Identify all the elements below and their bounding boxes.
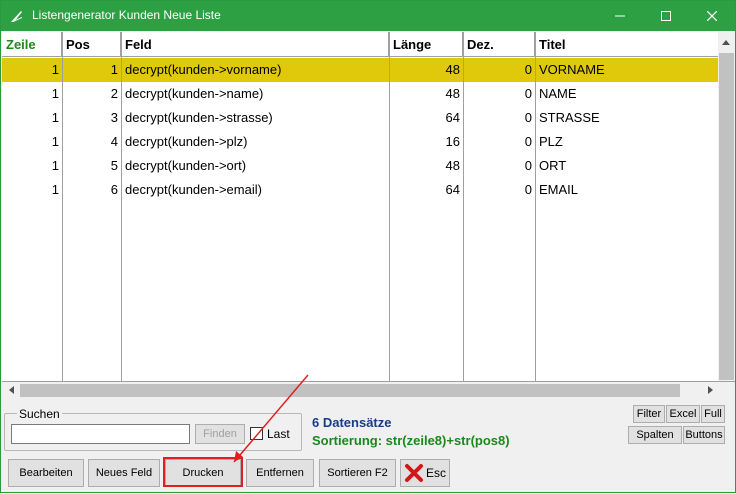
pointer-arrow-icon: [233, 374, 309, 463]
main-window: Listengenerator Kunden Neue Liste Zeile …: [0, 0, 736, 493]
